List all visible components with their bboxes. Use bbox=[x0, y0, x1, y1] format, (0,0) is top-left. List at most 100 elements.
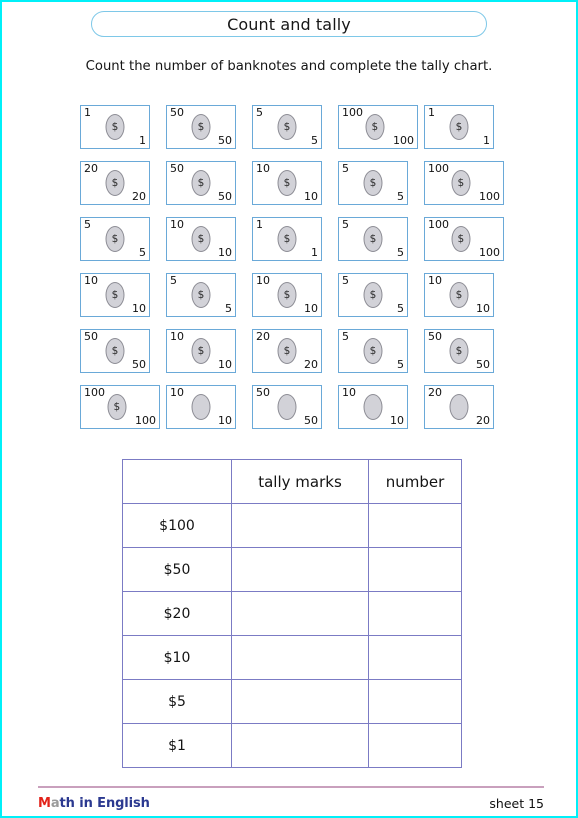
banknote-value-bottom-right: 10 bbox=[304, 190, 318, 203]
banknote-cell: 10 $10 bbox=[252, 161, 338, 205]
banknote-value-top-left: 5 bbox=[170, 274, 177, 287]
banknote-seal-oval-icon: $ bbox=[449, 338, 469, 364]
dollar-sign-icon: $ bbox=[283, 289, 291, 301]
banknote-cell: 5 $5 bbox=[252, 105, 338, 149]
banknote: 20 $20 bbox=[80, 161, 150, 205]
tally-marks-answer-cell[interactable] bbox=[231, 723, 369, 768]
math-in-english-logo: Math in English bbox=[38, 796, 150, 811]
banknote-seal-oval-icon: $ bbox=[365, 114, 385, 140]
dollar-sign-icon: $ bbox=[111, 233, 119, 245]
banknote-value-top-left: 5 bbox=[342, 162, 349, 175]
header-number: number bbox=[368, 459, 462, 504]
banknote-seal-oval-icon: $ bbox=[363, 394, 383, 420]
number-answer-cell[interactable] bbox=[368, 503, 462, 548]
banknote-value-bottom-right: 10 bbox=[218, 414, 232, 427]
number-answer-cell[interactable] bbox=[368, 547, 462, 592]
banknote: 100 $100 bbox=[424, 161, 504, 205]
banknote: 10 $10 bbox=[166, 329, 236, 373]
banknote-row: 10 $10 5 $5 10 $10 5 $5 10 $10 bbox=[80, 273, 510, 329]
banknote-value-top-left: 10 bbox=[170, 218, 184, 231]
banknote-seal-oval-icon: $ bbox=[363, 282, 383, 308]
banknote-seal-oval-icon: $ bbox=[191, 394, 211, 420]
banknote-seal-oval-icon: $ bbox=[363, 338, 383, 364]
sheet-number: sheet 15 bbox=[489, 795, 544, 811]
tally-chart-header: tally marks number bbox=[122, 459, 462, 504]
dollar-sign-icon: $ bbox=[197, 121, 205, 133]
banknote: 50 $50 bbox=[166, 161, 236, 205]
banknote-value-bottom-right: 50 bbox=[218, 134, 232, 147]
banknote-seal-oval-icon: $ bbox=[449, 282, 469, 308]
denomination-label: $1 bbox=[122, 723, 232, 768]
dollar-sign-icon: $ bbox=[457, 177, 465, 189]
banknote: 5 $5 bbox=[338, 329, 408, 373]
title-pill: Count and tally bbox=[91, 11, 487, 37]
banknote-value-bottom-right: 5 bbox=[397, 358, 404, 371]
banknote-cell: 5 $5 bbox=[338, 329, 424, 373]
banknote-seal-oval-icon: $ bbox=[105, 226, 125, 252]
tally-marks-answer-cell[interactable] bbox=[231, 547, 369, 592]
banknote-row: 50 $50 10 $10 20 $20 5 $5 50 $50 bbox=[80, 329, 510, 385]
banknote-value-top-left: 50 bbox=[256, 386, 270, 399]
tally-marks-answer-cell[interactable] bbox=[231, 591, 369, 636]
banknote-value-bottom-right: 1 bbox=[483, 134, 490, 147]
logo-letter-a: a bbox=[50, 795, 60, 811]
banknote-value-top-left: 50 bbox=[428, 330, 442, 343]
banknote-value-top-left: 5 bbox=[342, 330, 349, 343]
banknotes-grid: 1 $1 50 $50 5 $5 100 $100 1 $1 20 $20 50 $50 10 $10 5 $5 1… bbox=[80, 105, 510, 441]
banknote-value-bottom-right: 100 bbox=[393, 134, 414, 147]
number-answer-cell[interactable] bbox=[368, 723, 462, 768]
logo-text-rest: th in English bbox=[59, 795, 150, 811]
banknote-seal-oval-icon: $ bbox=[277, 394, 297, 420]
banknote-cell: 10 $10 bbox=[166, 385, 252, 429]
banknote-cell: 10 $10 bbox=[338, 385, 424, 429]
tally-marks-answer-cell[interactable] bbox=[231, 635, 369, 680]
banknote-cell: 10 $10 bbox=[80, 273, 166, 317]
dollar-sign-icon: $ bbox=[283, 177, 291, 189]
banknote-cell: 5 $5 bbox=[80, 217, 166, 261]
banknote-cell: 100 $100 bbox=[338, 105, 424, 149]
banknote: 20 $20 bbox=[424, 385, 494, 429]
dollar-sign-icon: $ bbox=[457, 233, 465, 245]
banknote-value-top-left: 5 bbox=[342, 218, 349, 231]
tally-marks-answer-cell[interactable] bbox=[231, 503, 369, 548]
banknote-value-bottom-right: 20 bbox=[132, 190, 146, 203]
banknote-value-top-left: 10 bbox=[256, 274, 270, 287]
number-answer-cell[interactable] bbox=[368, 635, 462, 680]
header-blank bbox=[122, 459, 232, 504]
banknote-seal-oval-icon: $ bbox=[451, 226, 471, 252]
banknote: 1 $1 bbox=[252, 217, 322, 261]
banknote: 1 $1 bbox=[80, 105, 150, 149]
banknote-row: 1 $1 50 $50 5 $5 100 $100 1 $1 bbox=[80, 105, 510, 161]
banknote-cell: 5 $5 bbox=[338, 161, 424, 205]
dollar-sign-icon: $ bbox=[283, 233, 291, 245]
banknote-cell: 10 $10 bbox=[166, 329, 252, 373]
dollar-sign-icon: $ bbox=[455, 121, 463, 133]
banknote: 50 $50 bbox=[166, 105, 236, 149]
denomination-label: $5 bbox=[122, 679, 232, 724]
dollar-sign-icon: $ bbox=[369, 177, 377, 189]
banknote-cell: 20 $20 bbox=[80, 161, 166, 205]
table-row: $100 bbox=[122, 503, 462, 548]
banknote-row: 20 $20 50 $50 10 $10 5 $5 100 $100 bbox=[80, 161, 510, 217]
banknote-value-top-left: 10 bbox=[170, 386, 184, 399]
banknote-value-top-left: 10 bbox=[256, 162, 270, 175]
table-header-row: tally marks number bbox=[122, 459, 462, 504]
worksheet-page: Count and tally Count the number of bank… bbox=[0, 0, 578, 818]
banknote-value-bottom-right: 20 bbox=[476, 414, 490, 427]
dollar-sign-icon: $ bbox=[283, 121, 291, 133]
banknote-cell: 50 $50 bbox=[166, 161, 252, 205]
banknote-value-bottom-right: 10 bbox=[218, 246, 232, 259]
banknote: 5 $5 bbox=[338, 217, 408, 261]
banknote-cell: 50 $50 bbox=[166, 105, 252, 149]
dollar-sign-icon: $ bbox=[111, 121, 119, 133]
banknote-value-bottom-right: 100 bbox=[479, 246, 500, 259]
tally-marks-answer-cell[interactable] bbox=[231, 679, 369, 724]
banknote: 5 $5 bbox=[166, 273, 236, 317]
banknote-cell: 5 $5 bbox=[338, 217, 424, 261]
number-answer-cell[interactable] bbox=[368, 591, 462, 636]
number-answer-cell[interactable] bbox=[368, 679, 462, 724]
banknote-value-bottom-right: 5 bbox=[397, 246, 404, 259]
table-row: $1 bbox=[122, 723, 462, 768]
banknote-seal-oval-icon: $ bbox=[277, 226, 297, 252]
dollar-sign-icon: $ bbox=[197, 289, 205, 301]
